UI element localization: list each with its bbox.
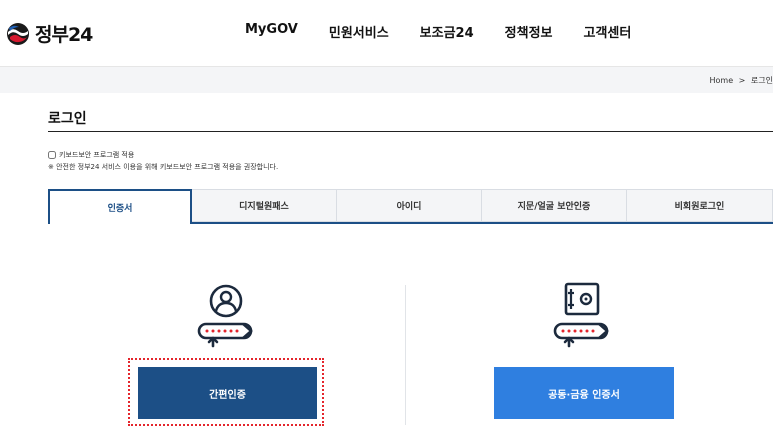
tab-guest-login[interactable]: 비회원로그인 [627, 189, 773, 222]
keyboard-security-checkbox[interactable] [48, 151, 56, 159]
certificate-login-button[interactable]: 공동·금융 인증서 [494, 367, 674, 419]
nav-item-civil-service[interactable]: 민원서비스 [329, 22, 389, 41]
nav-item-subsidy24[interactable]: 보조금24 [420, 22, 474, 41]
breadcrumb: Home > 로그인 [706, 75, 773, 86]
method-divider [405, 285, 406, 425]
keyboard-security-option[interactable]: 키보드보안 프로그램 적용 [48, 150, 134, 160]
tab-biometric[interactable]: 지문/얼굴 보안인증 [482, 189, 627, 222]
nav-item-mygov[interactable]: MyGOV [245, 22, 298, 41]
main-nav: MyGOV 민원서비스 보조금24 정책정보 고객센터 [245, 22, 662, 41]
tab-certificate[interactable]: 인증서 [48, 189, 192, 224]
breadcrumb-home[interactable]: Home [709, 76, 733, 85]
logo-text: 정부24 [35, 24, 93, 46]
tab-id[interactable]: 아이디 [337, 189, 482, 222]
user-key-icon [197, 284, 253, 348]
tab-digital-onepass[interactable]: 디지털원패스 [192, 189, 337, 222]
login-tabs: 인증서 디지털원패스 아이디 지문/얼굴 보안인증 비회원로그인 [48, 189, 773, 224]
nav-item-customer-center[interactable]: 고객센터 [584, 22, 632, 41]
site-header: 정부24 MyGOV 민원서비스 보조금24 정책정보 고객센터 [0, 0, 773, 66]
certificate-key-icon [553, 282, 609, 348]
nav-item-policy-info[interactable]: 정책정보 [505, 22, 553, 41]
breadcrumb-bar: Home > 로그인 [0, 66, 773, 93]
page-title: 로그인 [48, 111, 87, 127]
keyboard-security-notice: ※ 안전한 정부24 서비스 이용을 위해 키보드보안 프로그램 적용을 권장합… [48, 163, 279, 171]
breadcrumb-separator: > [738, 76, 746, 85]
government-emblem-icon [7, 22, 29, 45]
site-logo[interactable]: 정부24 [6, 20, 93, 47]
simple-auth-button[interactable]: 간편인증 [138, 367, 317, 419]
title-divider [48, 131, 773, 132]
breadcrumb-current: 로그인 [750, 76, 773, 85]
keyboard-security-label: 키보드보안 프로그램 적용 [59, 151, 135, 159]
